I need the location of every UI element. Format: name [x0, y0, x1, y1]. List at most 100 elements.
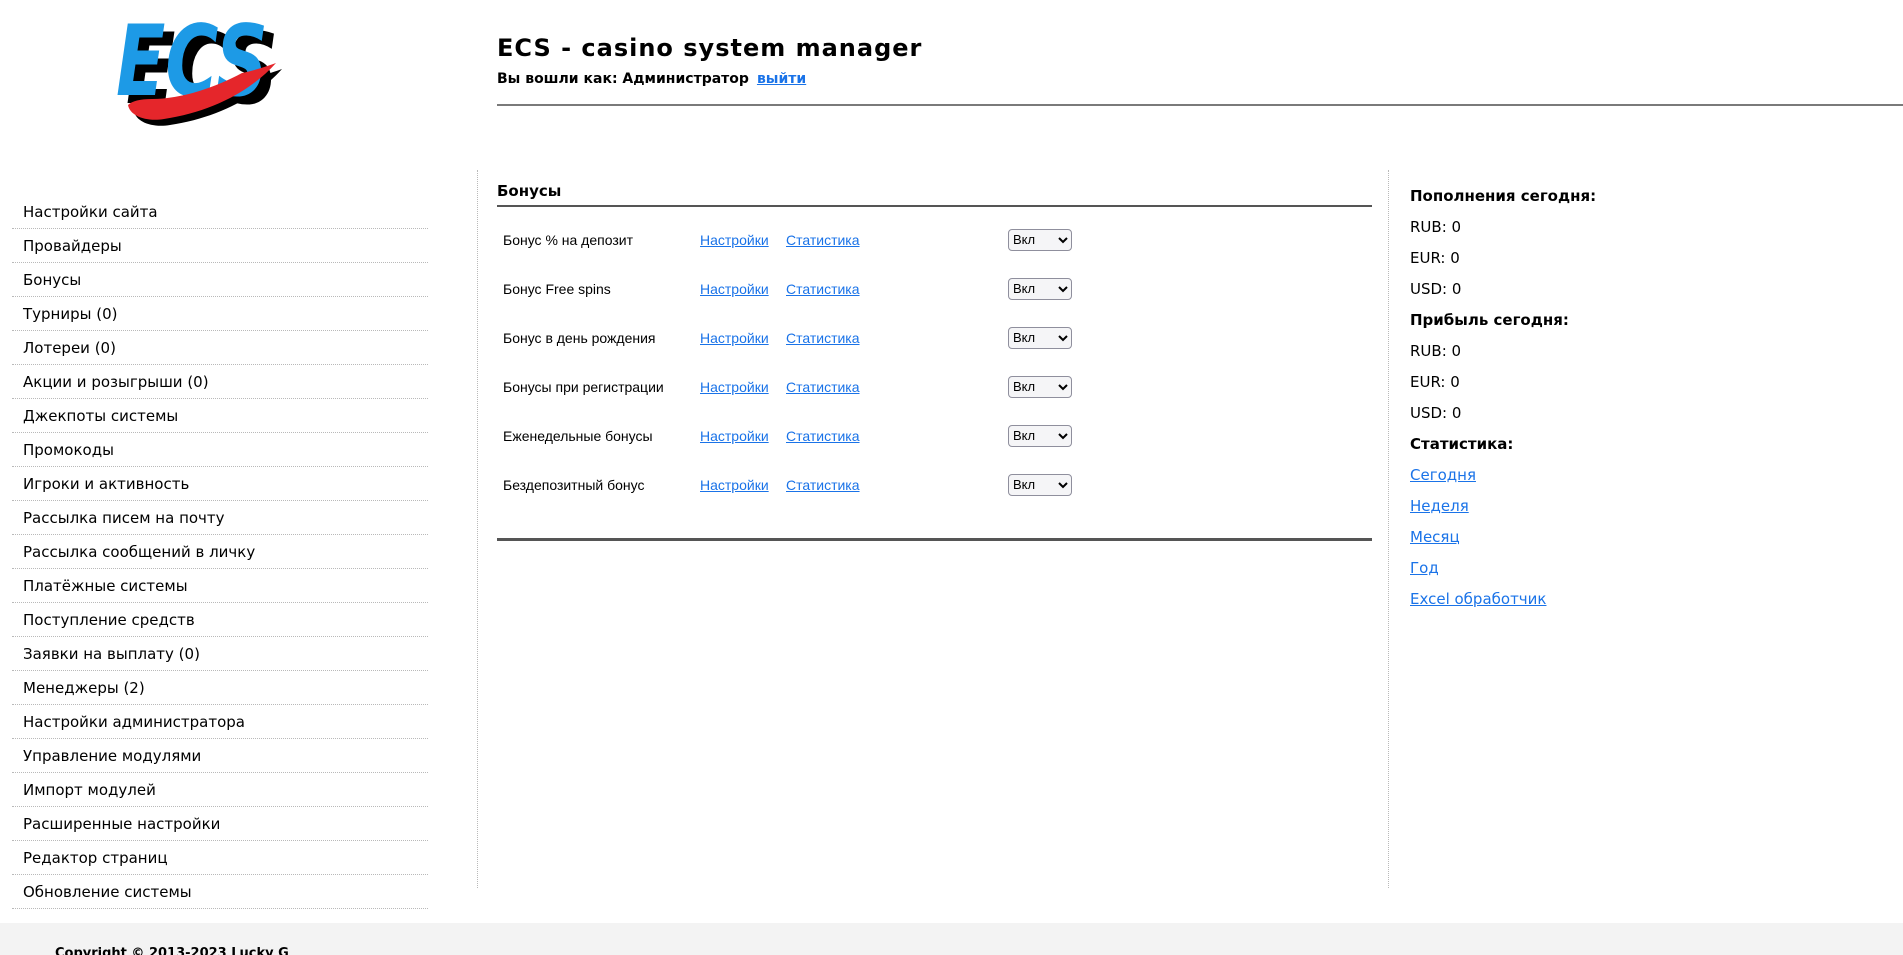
sidebar-menu-item-label: Платёжные системы: [23, 577, 188, 595]
statistics-period-link[interactable]: Месяц: [1410, 521, 1740, 552]
statistics-period-link[interactable]: Неделя: [1410, 490, 1740, 521]
bonus-statistics-link[interactable]: Статистика: [786, 379, 860, 395]
vertical-divider-left: [477, 170, 478, 888]
currency-amount: USD: 0: [1410, 397, 1740, 428]
footer: Copyright © 2013-2023 Lucky G: [0, 923, 1903, 955]
sidebar-menu-item-label: Провайдеры: [23, 237, 122, 255]
bonus-state-select[interactable]: Вкл: [1008, 278, 1072, 300]
bonus-row: Бонус Free spins Настройки Статистика Вк…: [497, 264, 1372, 313]
bonus-settings-link[interactable]: Настройки: [700, 477, 769, 493]
bonus-name: Бонусы при регистрации: [503, 379, 664, 395]
statistics-title: Статистика:: [1410, 428, 1740, 459]
sidebar-menu-item-label: Акции и розыгрыши (0): [23, 373, 209, 391]
bonus-statistics-link[interactable]: Статистика: [786, 330, 860, 346]
sidebar-menu-item[interactable]: Игроки и активность: [12, 467, 428, 501]
sidebar-menu-item[interactable]: Джекпоты системы: [12, 399, 428, 433]
section-title: Бонусы: [497, 182, 561, 200]
bonus-row: Бездепозитный бонус Настройки Статистика…: [497, 460, 1372, 509]
right-panel: Пополнения сегодня: RUB: 0 EUR: 0 USD: 0…: [1410, 180, 1740, 614]
sidebar-menu-item[interactable]: Провайдеры: [12, 229, 428, 263]
bonus-statistics-link[interactable]: Статистика: [786, 428, 860, 444]
bonus-row: Бонус % на депозит Настройки Статистика …: [497, 215, 1372, 264]
sidebar-menu-item-label: Расширенные настройки: [23, 815, 220, 833]
bonus-name: Бонус в день рождения: [503, 330, 656, 346]
sidebar-menu-item[interactable]: Поступление средств: [12, 603, 428, 637]
deposits-today-title: Пополнения сегодня:: [1410, 180, 1740, 211]
vertical-divider-right: [1388, 170, 1389, 888]
logout-link[interactable]: выйти: [757, 71, 806, 87]
sidebar-menu-item-label: Лотереи (0): [23, 339, 116, 357]
bonus-state-select[interactable]: Вкл: [1008, 327, 1072, 349]
sidebar-menu-item[interactable]: Заявки на выплату (0): [12, 637, 428, 671]
sidebar-menu-item-label: Поступление средств: [23, 611, 195, 629]
statistics-period-link[interactable]: Год: [1410, 552, 1740, 583]
sidebar-menu-item-label: Редактор страниц: [23, 849, 168, 867]
bonus-list: Бонус % на депозит Настройки Статистика …: [497, 215, 1372, 509]
sidebar-menu-item[interactable]: Турниры (0): [12, 297, 428, 331]
sidebar-menu-item[interactable]: Настройки сайта: [12, 195, 428, 229]
page: ECS ECS ECS - casino system manager Вы в…: [0, 0, 1903, 955]
sidebar-menu-item-label: Менеджеры (2): [23, 679, 145, 697]
bonus-settings-link[interactable]: Настройки: [700, 428, 769, 444]
sidebar-menu-item[interactable]: Промокоды: [12, 433, 428, 467]
statistics-period-link[interactable]: Excel обработчик: [1410, 583, 1740, 614]
sidebar-menu-item[interactable]: Расширенные настройки: [12, 807, 428, 841]
bonus-statistics-link[interactable]: Статистика: [786, 232, 860, 248]
sidebar-menu-item[interactable]: Управление модулями: [12, 739, 428, 773]
currency-amount: RUB: 0: [1410, 335, 1740, 366]
bonus-name: Бонус % на депозит: [503, 232, 633, 248]
sidebar-menu-item-label: Обновление системы: [23, 883, 192, 901]
sidebar-menu-item-label: Рассылка писем на почту: [23, 509, 225, 527]
sidebar-menu-item-label: Промокоды: [23, 441, 114, 459]
bonus-row: Бонус в день рождения Настройки Статисти…: [497, 313, 1372, 362]
sidebar-menu-item[interactable]: Настройки администратора: [12, 705, 428, 739]
bonus-settings-link[interactable]: Настройки: [700, 281, 769, 297]
sidebar-menu-item[interactable]: Импорт модулей: [12, 773, 428, 807]
sidebar-menu-item-label: Настройки администратора: [23, 713, 245, 731]
sidebar-menu-item-label: Бонусы: [23, 271, 81, 289]
bonus-settings-link[interactable]: Настройки: [700, 232, 769, 248]
sidebar-menu-item-label: Управление модулями: [23, 747, 201, 765]
statistics-period-link[interactable]: Сегодня: [1410, 459, 1740, 490]
sidebar-menu-item[interactable]: Лотереи (0): [12, 331, 428, 365]
sidebar-menu-item[interactable]: Акции и розыгрыши (0): [12, 365, 428, 399]
bonus-state-select[interactable]: Вкл: [1008, 425, 1072, 447]
currency-amount: RUB: 0: [1410, 211, 1740, 242]
bonus-state-select[interactable]: Вкл: [1008, 376, 1072, 398]
sidebar-menu-item-label: Игроки и активность: [23, 475, 189, 493]
bonus-statistics-link[interactable]: Статистика: [786, 477, 860, 493]
sidebar-menu-item[interactable]: Менеджеры (2): [12, 671, 428, 705]
bonus-row: Еженедельные бонусы Настройки Статистика…: [497, 411, 1372, 460]
bonus-settings-link[interactable]: Настройки: [700, 330, 769, 346]
sidebar-menu-item-label: Заявки на выплату (0): [23, 645, 200, 663]
page-title: ECS - casino system manager: [497, 34, 922, 62]
sidebar-menu-item[interactable]: Рассылка сообщений в личку: [12, 535, 428, 569]
section-divider-top: [497, 205, 1372, 207]
sidebar-menu-item[interactable]: Обновление системы: [12, 875, 428, 909]
sidebar-menu-item-label: Рассылка сообщений в личку: [23, 543, 255, 561]
bonus-name: Бездепозитный бонус: [503, 477, 644, 493]
header-divider: [497, 104, 1903, 106]
currency-amount: EUR: 0: [1410, 242, 1740, 273]
bonus-name: Бонус Free spins: [503, 281, 611, 297]
bonus-name: Еженедельные бонусы: [503, 428, 653, 444]
bonus-state-select[interactable]: Вкл: [1008, 474, 1072, 496]
bonus-settings-link[interactable]: Настройки: [700, 379, 769, 395]
sidebar-menu-item[interactable]: Рассылка писем на почту: [12, 501, 428, 535]
sidebar-menu-item-label: Импорт модулей: [23, 781, 156, 799]
currency-amount: EUR: 0: [1410, 366, 1740, 397]
sidebar-menu-item-label: Настройки сайта: [23, 203, 158, 221]
sidebar-menu-item[interactable]: Платёжные системы: [12, 569, 428, 603]
bonus-statistics-link[interactable]: Статистика: [786, 281, 860, 297]
ecs-logo[interactable]: ECS ECS: [112, 13, 282, 127]
deposits-today-values: RUB: 0 EUR: 0 USD: 0: [1410, 211, 1740, 304]
sidebar-menu-item-label: Турниры (0): [23, 305, 118, 323]
currency-amount: USD: 0: [1410, 273, 1740, 304]
section-divider-bottom: [497, 538, 1372, 541]
sidebar-menu-item-label: Джекпоты системы: [23, 407, 178, 425]
sidebar-menu-item[interactable]: Редактор страниц: [12, 841, 428, 875]
bonus-state-select[interactable]: Вкл: [1008, 229, 1072, 251]
sidebar-menu: Настройки сайта Провайдеры Бонусы Турнир…: [12, 195, 428, 909]
login-status-text: Вы вошли как: Администратор: [497, 71, 749, 87]
sidebar-menu-item[interactable]: Бонусы: [12, 263, 428, 297]
